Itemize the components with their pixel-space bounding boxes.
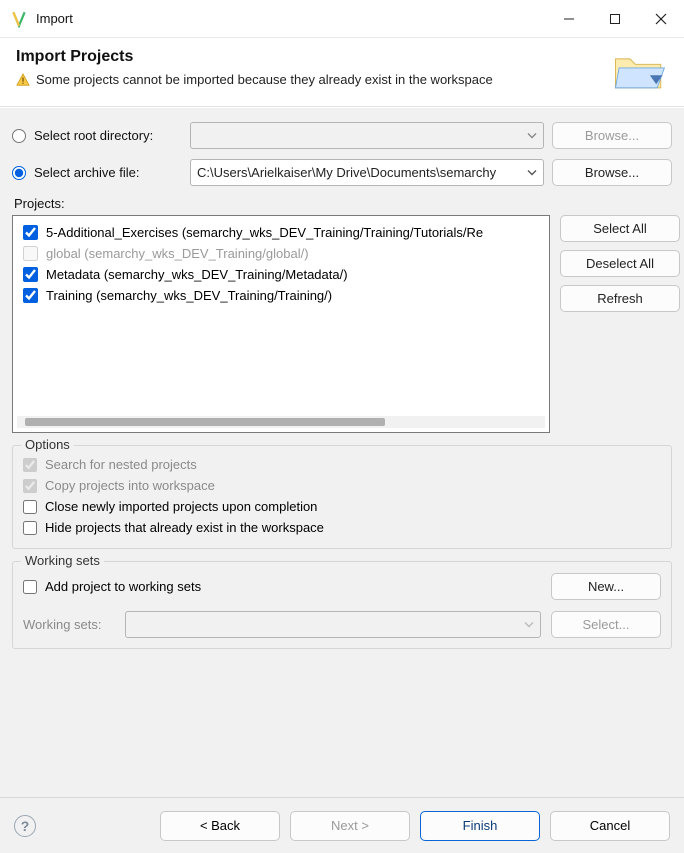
- project-item[interactable]: Metadata (semarchy_wks_DEV_Training/Meta…: [17, 264, 545, 285]
- titlebar: Import: [0, 0, 684, 38]
- search-nested-checkbox: [23, 458, 37, 472]
- window-title: Import: [36, 11, 546, 26]
- wizard-header: Import Projects Some projects cannot be …: [0, 38, 684, 107]
- chevron-down-icon: [527, 128, 537, 143]
- new-working-set-button[interactable]: New...: [551, 573, 661, 600]
- root-directory-label: Select root directory:: [34, 128, 182, 143]
- deselect-all-button[interactable]: Deselect All: [560, 250, 680, 277]
- project-checkbox[interactable]: [23, 267, 38, 282]
- scrollbar-thumb[interactable]: [25, 418, 385, 426]
- working-sets-label: Working sets:: [23, 617, 115, 632]
- cancel-button[interactable]: Cancel: [550, 811, 670, 841]
- horizontal-scrollbar[interactable]: [17, 416, 545, 428]
- next-button: Next >: [290, 811, 410, 841]
- refresh-button[interactable]: Refresh: [560, 285, 680, 312]
- warning-icon: [16, 73, 30, 87]
- page-title: Import Projects: [16, 48, 600, 66]
- hide-existing-checkbox[interactable]: [23, 521, 37, 535]
- window-controls: [546, 0, 684, 37]
- archive-file-combo[interactable]: C:\Users\Arielkaiser\My Drive\Documents\…: [190, 159, 544, 186]
- browse-root-button[interactable]: Browse...: [552, 122, 672, 149]
- app-icon: [10, 10, 28, 28]
- archive-file-radio[interactable]: [12, 166, 26, 180]
- back-button[interactable]: < Back: [160, 811, 280, 841]
- maximize-button[interactable]: [592, 0, 638, 37]
- project-item[interactable]: 5-Additional_Exercises (semarchy_wks_DEV…: [17, 222, 545, 243]
- working-sets-combo: [125, 611, 541, 638]
- options-title: Options: [21, 437, 74, 452]
- options-group: Options Search for nested projects Copy …: [12, 445, 672, 549]
- add-to-working-sets-checkbox[interactable]: [23, 580, 37, 594]
- chevron-down-icon: [527, 165, 537, 180]
- projects-label: Projects:: [14, 196, 672, 211]
- project-item: global (semarchy_wks_DEV_Training/global…: [17, 243, 545, 264]
- wizard-body: Select root directory: Browse... Select …: [0, 107, 684, 797]
- project-checkbox[interactable]: [23, 288, 38, 303]
- project-item[interactable]: Training (semarchy_wks_DEV_Training/Trai…: [17, 285, 545, 306]
- project-checkbox[interactable]: [23, 225, 38, 240]
- close-on-done-checkbox[interactable]: [23, 500, 37, 514]
- warning-message: Some projects cannot be imported because…: [36, 72, 493, 87]
- working-sets-title: Working sets: [21, 553, 104, 568]
- browse-archive-button[interactable]: Browse...: [552, 159, 672, 186]
- projects-list[interactable]: 5-Additional_Exercises (semarchy_wks_DEV…: [12, 215, 550, 433]
- archive-file-label: Select archive file:: [34, 165, 182, 180]
- root-directory-radio[interactable]: [12, 129, 26, 143]
- wizard-footer: ? < Back Next > Finish Cancel: [0, 797, 684, 853]
- minimize-button[interactable]: [546, 0, 592, 37]
- select-all-button[interactable]: Select All: [560, 215, 680, 242]
- copy-workspace-checkbox: [23, 479, 37, 493]
- select-working-set-button: Select...: [551, 611, 661, 638]
- import-folder-icon: [610, 48, 668, 94]
- close-button[interactable]: [638, 0, 684, 37]
- finish-button[interactable]: Finish: [420, 811, 540, 841]
- project-checkbox: [23, 246, 38, 261]
- root-directory-combo[interactable]: [190, 122, 544, 149]
- chevron-down-icon: [524, 617, 534, 632]
- working-sets-group: Working sets Add project to working sets…: [12, 561, 672, 649]
- help-icon[interactable]: ?: [14, 815, 36, 837]
